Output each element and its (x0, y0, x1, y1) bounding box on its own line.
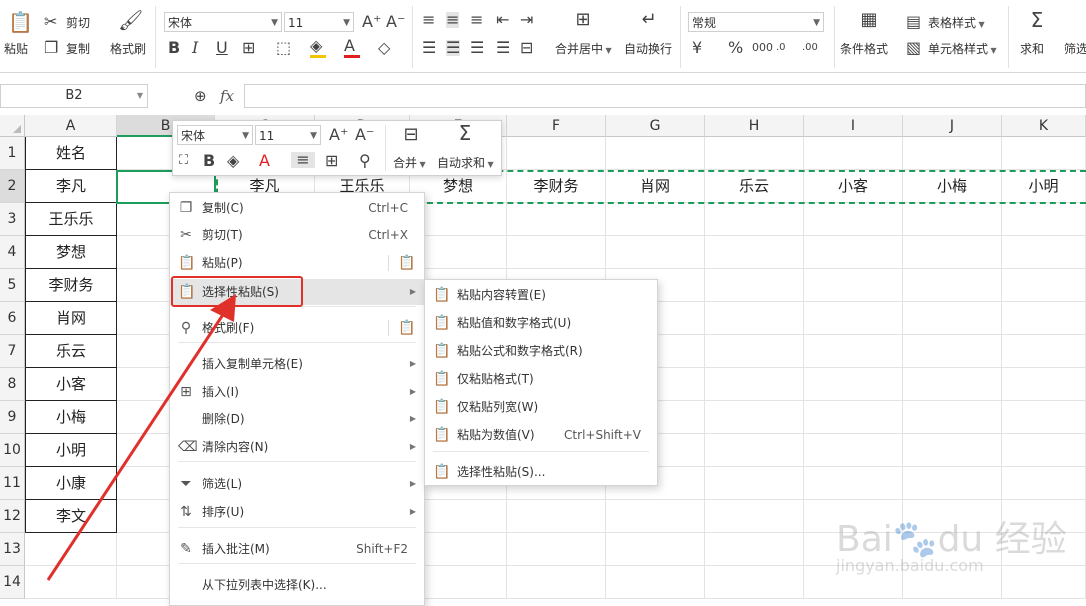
watermark-logo: Bai🐾du 经验 (836, 519, 1067, 560)
watermark-url: jingyan.baidu.com (836, 556, 984, 575)
arrow-head-icon (210, 294, 236, 322)
arrow-line (46, 306, 230, 581)
